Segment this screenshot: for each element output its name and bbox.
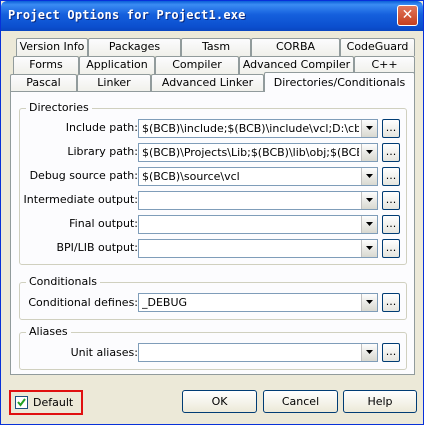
chevron-down-icon [366, 126, 373, 130]
final-output-label: Final output: [69, 217, 138, 230]
chevron-down-icon [366, 350, 373, 354]
unit-aliases-label: Unit aliases: [70, 346, 138, 359]
conditional-defines-value: _DEBUG [142, 296, 188, 309]
tab-linker[interactable]: Linker [77, 74, 151, 92]
final-output-dropdown-button[interactable] [361, 216, 377, 233]
tab-row-3: Pascal Linker Advanced Linker Directorie… [10, 72, 415, 92]
tab-row-1: Version Info Packages Tasm CORBA CodeGua… [10, 38, 415, 56]
help-button[interactable]: Help [343, 390, 417, 413]
title-bar[interactable]: Project Options for Project1.exe ✕ [1, 1, 423, 31]
intermediate-output-browse-button[interactable]: ... [382, 191, 400, 210]
conditionals-group: Conditionals Conditional defines: _DEBUG… [19, 275, 407, 320]
directories-group-label: Directories [26, 101, 92, 114]
debug-source-path-value: $(BCB)\source\vcl [142, 170, 240, 183]
final-output-combo[interactable] [138, 215, 378, 234]
library-path-label: Library path: [67, 145, 138, 158]
chevron-down-icon [366, 300, 373, 304]
tab-corba[interactable]: CORBA [251, 38, 340, 56]
chevron-down-icon [366, 150, 373, 154]
tab-pascal[interactable]: Pascal [10, 74, 77, 92]
chevron-down-icon [366, 222, 373, 226]
unit-aliases-dropdown-button[interactable] [361, 344, 377, 361]
chevron-down-icon [366, 246, 373, 250]
debug-source-path-label: Debug source path: [29, 169, 138, 182]
project-options-dialog: Project Options for Project1.exe ✕ Versi… [0, 0, 424, 425]
tab-packages[interactable]: Packages [88, 38, 181, 56]
bpi-lib-output-dropdown-button[interactable] [361, 240, 377, 257]
default-checkbox-highlight[interactable]: Default [9, 390, 83, 415]
tab-codeguard[interactable]: CodeGuard [340, 38, 415, 56]
debug-source-path-browse-button[interactable]: ... [382, 167, 400, 186]
intermediate-output-dropdown-button[interactable] [361, 192, 377, 209]
tab-directories-conditionals[interactable]: Directories/Conditionals [264, 72, 415, 92]
unit-aliases-browse-button[interactable]: ... [382, 343, 400, 362]
directories-group: Directories Include path: $(BCB)\include… [19, 101, 407, 265]
tab-compiler[interactable]: Compiler [155, 56, 239, 74]
conditional-defines-browse-button[interactable]: ... [382, 293, 400, 312]
tab-version-info[interactable]: Version Info [16, 38, 88, 56]
final-output-browse-button[interactable]: ... [382, 215, 400, 234]
library-path-combo[interactable]: $(BCB)\Projects\Lib;$(BCB)\lib\obj;$(BCB… [138, 143, 378, 162]
library-path-browse-button[interactable]: ... [382, 143, 400, 162]
debug-source-path-dropdown-button[interactable] [361, 168, 377, 185]
include-path-label: Include path: [65, 121, 138, 134]
window-title: Project Options for Project1.exe [8, 8, 246, 22]
checkmark-icon [17, 398, 26, 407]
tab-tasm[interactable]: Tasm [181, 38, 251, 56]
include-path-combo[interactable]: $(BCB)\include;$(BCB)\include\vcl;D:\cb6… [138, 119, 378, 138]
tab-forms[interactable]: Forms [13, 56, 79, 74]
bpi-lib-output-browse-button[interactable]: ... [382, 239, 400, 258]
conditionals-group-label: Conditionals [26, 275, 101, 288]
aliases-group-label: Aliases [26, 325, 71, 338]
bpi-lib-output-label: BPI/LIB output: [56, 241, 138, 254]
aliases-group: Aliases Unit aliases: ... [19, 325, 407, 370]
include-path-dropdown-button[interactable] [361, 120, 377, 137]
library-path-dropdown-button[interactable] [361, 144, 377, 161]
conditional-defines-combo[interactable]: _DEBUG [138, 293, 378, 312]
close-button[interactable]: ✕ [397, 5, 418, 26]
ok-button[interactable]: OK [182, 390, 257, 413]
default-label[interactable]: Default [33, 396, 73, 409]
intermediate-output-label: Intermediate output: [23, 193, 138, 206]
library-path-value: $(BCB)\Projects\Lib;$(BCB)\lib\obj;$(BCB… [142, 146, 359, 159]
default-checkbox[interactable] [15, 396, 28, 409]
unit-aliases-combo[interactable] [138, 343, 378, 362]
tab-panel: Directories Include path: $(BCB)\include… [10, 91, 415, 375]
tab-application[interactable]: Application [79, 56, 155, 74]
tab-advanced-linker[interactable]: Advanced Linker [151, 74, 264, 92]
chevron-down-icon [366, 198, 373, 202]
cancel-button[interactable]: Cancel [263, 390, 338, 413]
debug-source-path-combo[interactable]: $(BCB)\source\vcl [138, 167, 378, 186]
intermediate-output-combo[interactable] [138, 191, 378, 210]
conditional-defines-dropdown-button[interactable] [361, 294, 377, 311]
conditional-defines-label: Conditional defines: [28, 296, 138, 309]
bpi-lib-output-combo[interactable] [138, 239, 378, 258]
chevron-down-icon [366, 174, 373, 178]
include-path-value: $(BCB)\include;$(BCB)\include\vcl;D:\cb6… [142, 122, 359, 135]
include-path-browse-button[interactable]: ... [382, 119, 400, 138]
